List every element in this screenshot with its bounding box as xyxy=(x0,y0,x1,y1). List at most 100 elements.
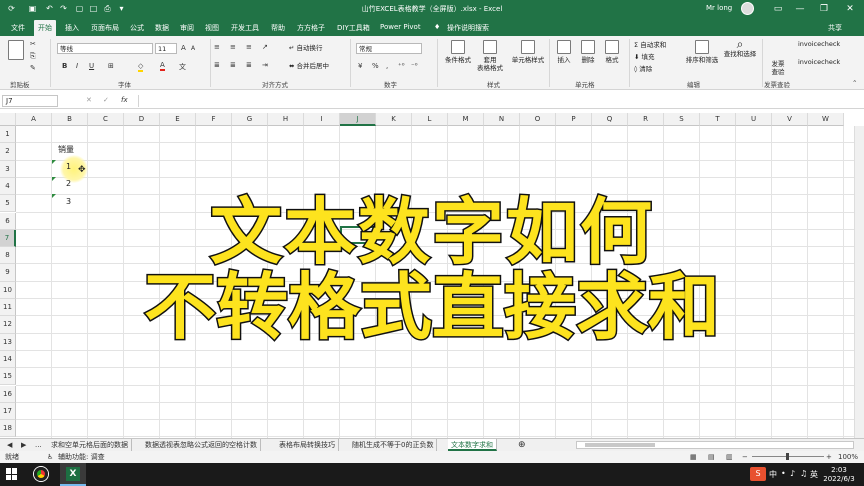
cut-icon[interactable]: ✂ xyxy=(30,40,36,48)
fill-button[interactable]: ⬇ 填充 xyxy=(634,53,655,61)
column-header[interactable]: K xyxy=(376,113,412,126)
column-header[interactable]: N xyxy=(484,113,520,126)
column-header[interactable]: S xyxy=(664,113,700,126)
scrollbar-thumb[interactable] xyxy=(585,443,655,447)
column-header[interactable]: C xyxy=(88,113,124,126)
find-select-button[interactable]: ⌕ 查找和选择 xyxy=(722,38,758,58)
column-header[interactable]: R xyxy=(628,113,664,126)
orientation-icon[interactable]: ↗ xyxy=(262,43,268,51)
grow-font-icon[interactable]: A xyxy=(181,44,186,52)
format-painter-icon[interactable]: ✎ xyxy=(30,64,36,72)
enter-icon[interactable]: ✓ xyxy=(103,96,109,104)
row-header[interactable]: 17 xyxy=(0,402,16,421)
zoom-out-icon[interactable]: − xyxy=(742,451,748,463)
font-color-icon[interactable]: A xyxy=(160,61,165,71)
align-left-icon[interactable]: ≣ xyxy=(214,61,220,69)
normal-view-icon[interactable]: ▦ xyxy=(690,451,697,463)
column-header[interactable]: V xyxy=(772,113,808,126)
zoom-in-icon[interactable]: + xyxy=(826,451,832,463)
add-sheet-icon[interactable]: ⊕ xyxy=(515,439,529,451)
start-icon[interactable] xyxy=(6,468,18,480)
align-right-icon[interactable]: ≣ xyxy=(246,61,252,69)
underline-button[interactable]: U xyxy=(89,62,94,70)
mic-icon[interactable]: ♪ xyxy=(790,469,795,478)
paste-button[interactable] xyxy=(8,40,24,62)
tab-developer[interactable]: 开发工具 xyxy=(231,23,259,33)
row-header[interactable]: 16 xyxy=(0,385,16,403)
font-size-combo[interactable]: 11 xyxy=(155,43,177,54)
column-header[interactable]: U xyxy=(736,113,772,126)
number-format-combo[interactable]: 常规 xyxy=(356,43,422,54)
page-break-view-icon[interactable]: ▥ xyxy=(726,451,733,463)
column-header[interactable]: T xyxy=(700,113,736,126)
format-cells-button[interactable]: 格式 xyxy=(602,40,622,64)
currency-icon[interactable]: ¥ xyxy=(358,62,362,70)
row-header[interactable]: 18 xyxy=(0,420,16,438)
zoom-slider-thumb[interactable] xyxy=(786,453,789,460)
column-header[interactable]: P xyxy=(556,113,592,126)
worksheet-grid[interactable]: ABCDEFGHIJKLMNOPQRSTUVW 1 2 3 4 5 6 7 8 9 10 11 12 1… xyxy=(0,113,864,438)
share-button[interactable]: 共享 xyxy=(828,23,842,33)
decimal-decrease-icon[interactable]: ⁻⁰ xyxy=(411,62,418,70)
bold-button[interactable]: B xyxy=(62,62,67,70)
sogou-icon[interactable]: S xyxy=(750,467,766,481)
column-header[interactable]: I xyxy=(304,113,340,126)
clock-date[interactable]: 2022/6/3 xyxy=(820,475,858,483)
vertical-scrollbar[interactable] xyxy=(854,126,864,438)
cell-b3[interactable]: 1 xyxy=(66,162,71,171)
invoice-check-button[interactable]: 发票 查验 xyxy=(766,60,790,76)
tab-review[interactable]: 审阅 xyxy=(180,23,194,33)
tell-me-search[interactable]: 操作说明搜索 xyxy=(447,23,489,33)
align-bottom-icon[interactable]: ≡ xyxy=(246,43,252,51)
column-header[interactable]: F xyxy=(196,113,232,126)
collapse-ribbon-icon[interactable]: ⌃ xyxy=(852,79,857,87)
next-sheet-icon[interactable]: ▶ xyxy=(18,439,29,451)
cell-b2[interactable]: 销量 xyxy=(58,144,74,155)
percent-icon[interactable]: % xyxy=(372,62,379,70)
user-name[interactable]: Mr long xyxy=(706,4,732,12)
phonetic-icon[interactable]: 文 xyxy=(179,62,186,72)
merge-center-button[interactable]: ⬌ 合并后居中 xyxy=(289,62,329,70)
accessibility-icon[interactable]: ♿ xyxy=(47,451,53,463)
column-header[interactable]: Q xyxy=(592,113,628,126)
close-icon[interactable]: ✕ xyxy=(836,1,864,17)
column-header[interactable]: W xyxy=(808,113,844,126)
fill-color-icon[interactable]: ◇ xyxy=(138,62,144,72)
cancel-icon[interactable]: ✕ xyxy=(86,96,92,104)
avatar[interactable] xyxy=(741,2,754,15)
autosum-button[interactable]: Σ 自动求和 xyxy=(634,41,666,49)
column-header[interactable]: J xyxy=(340,113,376,126)
tab-ffcell[interactable]: 方方格子 xyxy=(297,23,325,33)
select-all-corner[interactable] xyxy=(0,113,16,126)
tab-data[interactable]: 数据 xyxy=(155,23,169,33)
wrap-text-button[interactable]: ↵ 自动换行 xyxy=(289,44,323,52)
ime-lang[interactable]: 英 xyxy=(810,469,818,480)
excel-taskbar-button[interactable]: X xyxy=(60,463,86,486)
insert-cells-button[interactable]: 插入 xyxy=(554,40,574,64)
conditional-format-button[interactable]: 条件格式 xyxy=(443,40,473,64)
decimal-increase-icon[interactable]: ⁺⁰ xyxy=(398,62,405,70)
cell-styles-button[interactable]: 单元格样式 xyxy=(510,40,546,64)
row-header[interactable]: 2 xyxy=(0,143,16,161)
sheet-tab[interactable]: 求和空单元格后面的数据 xyxy=(48,439,132,451)
column-header[interactable]: H xyxy=(268,113,304,126)
column-header[interactable]: B xyxy=(52,113,88,126)
tab-formulas[interactable]: 公式 xyxy=(130,23,144,33)
invoicecheck-button-2[interactable]: invoicecheck xyxy=(798,40,840,48)
page-layout-view-icon[interactable]: ▤ xyxy=(708,451,715,463)
tab-file[interactable]: 文件 xyxy=(11,23,25,33)
tab-home[interactable]: 开始 xyxy=(34,20,56,36)
sheet-tab[interactable]: 表格布局转换技巧 xyxy=(276,439,339,451)
insert-function-icon[interactable]: fx xyxy=(121,96,128,104)
column-header[interactable]: G xyxy=(232,113,268,126)
column-header[interactable]: D xyxy=(124,113,160,126)
tab-page-layout[interactable]: 页面布局 xyxy=(91,23,119,33)
align-top-icon[interactable]: ≡ xyxy=(214,43,220,51)
lightbulb-icon[interactable]: ♦ xyxy=(434,23,440,31)
sheet-tab[interactable]: 数据透视表忽略公式返回的空格计数 xyxy=(142,439,261,451)
sort-filter-button[interactable]: 排序和筛选 xyxy=(684,40,720,64)
font-name-combo[interactable]: 等线 xyxy=(57,43,153,54)
invoicecheck-button-1[interactable]: invoicecheck xyxy=(798,58,840,66)
tab-diy-toolbox[interactable]: DIY工具箱 xyxy=(337,23,370,33)
accessibility-status[interactable]: 辅助功能: 调查 xyxy=(58,451,105,463)
